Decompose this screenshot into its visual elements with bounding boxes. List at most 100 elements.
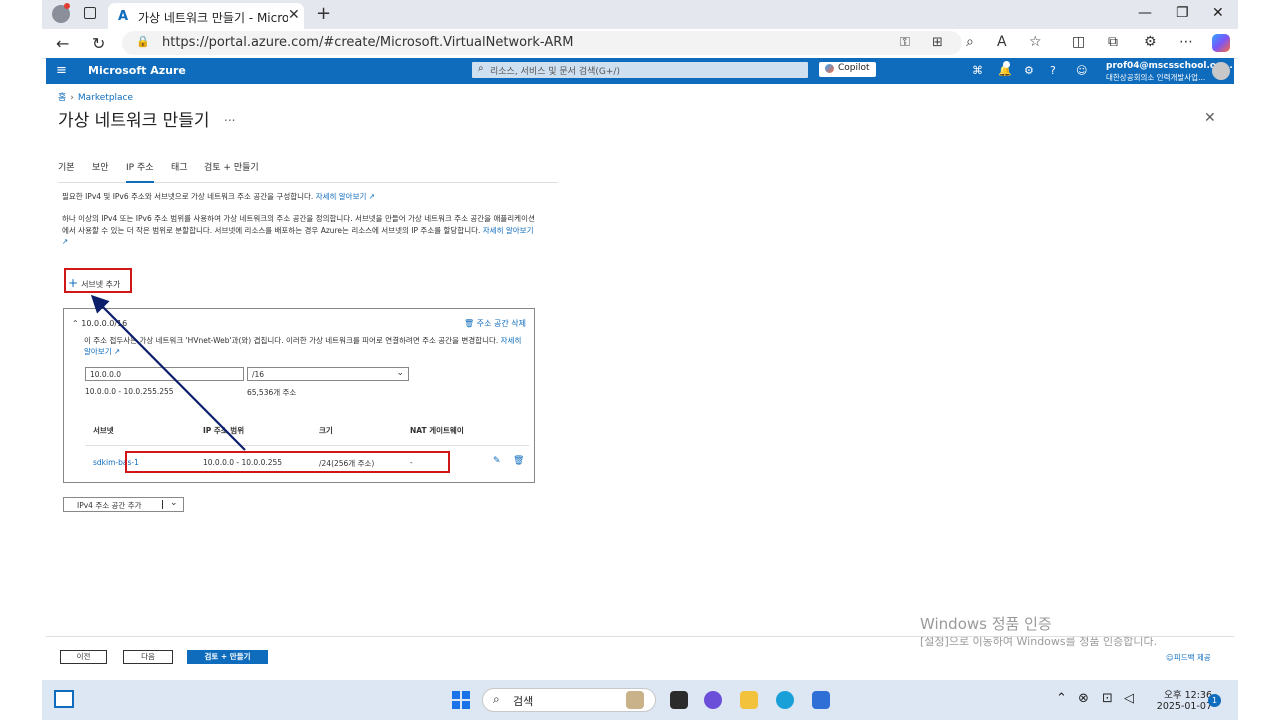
tab-review-create[interactable]: 검토 + 만들기: [204, 160, 259, 173]
clock-time[interactable]: 오후 12:36: [1152, 687, 1212, 701]
account-avatar[interactable]: [1212, 62, 1230, 80]
split-screen-icon[interactable]: ◫: [1072, 34, 1085, 50]
copilot-button[interactable]: Copilot: [819, 62, 876, 77]
tab-security[interactable]: 보안: [92, 160, 109, 173]
tab-basics[interactable]: 기본: [58, 160, 75, 173]
azure-brand[interactable]: Microsoft Azure: [88, 64, 186, 77]
browser-tab[interactable]: A 가상 네트워크 만들기 - Microsoft ✕: [108, 3, 304, 29]
teams-icon[interactable]: [704, 691, 722, 709]
page-more-button[interactable]: ...: [224, 110, 235, 124]
notification-badge: [1003, 61, 1010, 68]
address-bar[interactable]: 🔒 https://portal.azure.com/#create/Micro…: [122, 31, 962, 55]
portal-search-input[interactable]: ⌕ 리소스, 서비스 및 문서 검색(G+/): [472, 62, 808, 78]
blade-close-icon[interactable]: ✕: [1204, 110, 1216, 126]
key-icon[interactable]: ⚿: [900, 35, 910, 50]
address-range: 10.0.0.0 - 10.0.255.255: [85, 387, 174, 396]
windows-taskbar: ⌕ 검색 ⌃ ⊗ ⊡ ◁ 오후 12:36 2025-01-07 1: [42, 680, 1238, 720]
column-header-size: 크기: [319, 426, 333, 435]
column-header-nat-gateway: NAT 게이트웨이: [410, 426, 464, 435]
widgets-icon[interactable]: [54, 690, 74, 708]
notification-count-badge[interactable]: 1: [1208, 694, 1221, 707]
more-menu-icon[interactable]: ⋯: [1179, 34, 1193, 50]
address-space-prefix: 10.0.0.0/16: [81, 319, 128, 328]
add-ipv4-space-button[interactable]: IPv4 주소 공간 추가 ⌄: [63, 497, 184, 512]
chevron-down-icon[interactable]: ⌄: [170, 498, 178, 508]
breadcrumb-home[interactable]: 홈: [58, 93, 66, 103]
store-icon[interactable]: [812, 691, 830, 709]
task-view-icon[interactable]: [670, 691, 688, 709]
collections-icon[interactable]: ⧉: [1108, 34, 1118, 50]
copilot-sidebar-icon[interactable]: [1212, 34, 1230, 52]
edge-icon[interactable]: [776, 691, 794, 709]
favorite-icon[interactable]: ☆: [1029, 34, 1042, 50]
collapse-chevron-icon[interactable]: ⌃: [72, 319, 79, 328]
delete-subnet-icon[interactable]: 🗑: [513, 456, 524, 466]
refresh-icon[interactable]: ↻: [92, 34, 105, 53]
tab-actions-icon[interactable]: [84, 7, 96, 19]
split-divider: [162, 500, 163, 509]
tray-chevron-icon[interactable]: ⌃: [1056, 691, 1067, 706]
new-tab-icon[interactable]: +: [316, 3, 331, 24]
search-highlight-icon: [626, 691, 644, 709]
breadcrumb-marketplace[interactable]: Marketplace: [78, 93, 133, 103]
highlight-box-subnet-row: [125, 451, 450, 473]
learn-more-link-2[interactable]: 자세히 알아보기: [483, 226, 534, 235]
external-link-icon: ↗: [62, 237, 69, 246]
next-button[interactable]: 다음: [123, 650, 173, 664]
restore-icon[interactable]: ❐: [1176, 5, 1189, 21]
column-header-ip-range: IP 주소 범위: [203, 426, 245, 435]
prefix-select-value: /16: [252, 370, 265, 379]
ip-description-intro: 필요한 IPv4 및 IPv6 주소와 서브넷으로 가상 네트워크 주소 공간을…: [62, 191, 375, 202]
help-icon[interactable]: ?: [1050, 64, 1056, 77]
address-input[interactable]: 10.0.0.0: [85, 367, 244, 381]
zoom-icon[interactable]: ⌕: [966, 34, 974, 50]
cloud-shell-icon[interactable]: ⌘: [972, 64, 983, 77]
window-close-icon[interactable]: ✕: [1212, 5, 1224, 21]
account-directory[interactable]: 대한상공회의소 인력개발사업...: [1106, 72, 1205, 83]
app-available-icon[interactable]: ⊞: [932, 35, 943, 50]
edit-subnet-icon[interactable]: ✎: [493, 456, 501, 466]
activation-watermark-title: Windows 정품 인증: [920, 615, 1052, 633]
feedback-icon: ☺: [1166, 653, 1174, 662]
column-header-subnet: 서브넷: [93, 426, 114, 435]
prefix-select[interactable]: /16 ⌄: [247, 367, 409, 381]
external-link-icon: ↗: [368, 192, 376, 201]
tab-tags[interactable]: 태그: [171, 160, 188, 173]
back-icon[interactable]: ←: [56, 34, 69, 53]
search-icon: ⌕: [493, 692, 500, 706]
tab-ip-addresses[interactable]: IP 주소: [126, 160, 154, 183]
overlap-warning: 이 주소 접두사는 가상 네트워크 'HVnet-Web'과(와) 겹칩니다. …: [84, 335, 528, 357]
overlap-warning-text: 이 주소 접두사는 가상 네트워크 'HVnet-Web'과(와) 겹칩니다. …: [84, 336, 499, 345]
clock-date[interactable]: 2025-01-07: [1140, 701, 1212, 712]
portal-menu-icon[interactable]: ≡: [56, 63, 67, 78]
minimize-icon[interactable]: —: [1138, 5, 1152, 21]
network-icon[interactable]: ⊡: [1102, 691, 1113, 706]
previous-button[interactable]: 이전: [60, 650, 107, 664]
browser-window: A 가상 네트워크 만들기 - Microsoft ✕ + — ❐ ✕ ← ↻ …: [42, 0, 1238, 720]
tab-title: 가상 네트워크 만들기 - Microsoft: [138, 11, 288, 25]
delete-address-space-button[interactable]: 🗑 주소 공간 삭제: [464, 318, 526, 329]
review-create-button[interactable]: 검토 + 만들기: [187, 650, 268, 664]
give-feedback-label: 피드백 제공: [1173, 653, 1211, 662]
extensions-icon[interactable]: ⚙: [1144, 34, 1157, 50]
read-aloud-icon[interactable]: A: [997, 34, 1007, 50]
address-space-header[interactable]: ⌃ 10.0.0.0/16: [72, 319, 127, 328]
tab-close-icon[interactable]: ✕: [288, 7, 300, 23]
url-text: https://portal.azure.com/#create/Microso…: [162, 35, 574, 50]
chevron-down-icon: ⌄: [396, 368, 404, 378]
table-divider: [85, 445, 529, 446]
breadcrumb-separator-icon: ›: [70, 93, 74, 103]
volume-icon[interactable]: ◁: [1124, 691, 1134, 706]
file-explorer-icon[interactable]: [740, 691, 758, 709]
feedback-icon[interactable]: ☺: [1076, 64, 1087, 77]
breadcrumb: 홈 › Marketplace: [58, 90, 133, 103]
site-info-icon[interactable]: 🔒: [136, 35, 150, 48]
external-link-icon: ↗: [114, 347, 121, 356]
address-toolbar: ← ↻ 🔒 https://portal.azure.com/#create/M…: [42, 29, 1238, 59]
add-ipv4-label: IPv4 주소 공간 추가: [77, 501, 142, 510]
settings-icon[interactable]: ⚙: [1024, 64, 1034, 77]
learn-more-link[interactable]: 자세히 알아보기: [316, 192, 367, 201]
tray-app-icon[interactable]: ⊗: [1078, 691, 1089, 706]
give-feedback-link[interactable]: ☺피드백 제공: [1166, 652, 1211, 663]
start-icon[interactable]: [452, 691, 470, 709]
